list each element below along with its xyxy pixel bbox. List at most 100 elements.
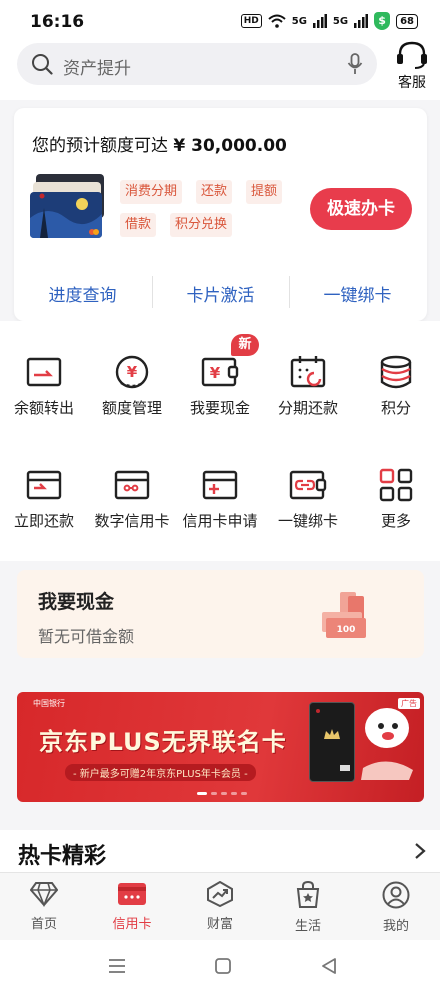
digital-card-icon <box>114 470 150 500</box>
banner-card-image <box>309 702 355 782</box>
fast-apply-button[interactable]: 极速办卡 <box>310 188 412 230</box>
home-square-icon[interactable] <box>215 958 231 974</box>
carousel-dot <box>211 792 217 795</box>
limit-prefix: 您的预计额度可达 <box>32 136 168 156</box>
banner-title: 京东PLUS无界联名卡 <box>39 728 287 756</box>
tab-wealth[interactable]: 财富 <box>176 881 264 932</box>
back-triangle-icon[interactable] <box>321 958 337 974</box>
tag-raise-limit: 提额 <box>246 180 283 204</box>
tab-credit-card[interactable]: 信用卡 <box>88 881 176 932</box>
menu-icon[interactable] <box>108 958 126 974</box>
grid-label: 积分 <box>380 399 411 417</box>
points-stack-icon <box>380 355 412 389</box>
service-grid: 余额转出 ¥ 额度管理 ¥ 我要现金 分期还款 积分 立即还款 数字信用卡 信用… <box>0 321 440 561</box>
signal-bars-icon <box>312 14 327 28</box>
tab-label: 财富 <box>206 917 233 932</box>
card-transfer-icon <box>26 357 62 387</box>
tab-label: 生活 <box>294 919 321 934</box>
tab-mine[interactable]: 我的 <box>352 881 440 934</box>
card-bind-icon <box>289 470 327 500</box>
svg-text:¥: ¥ <box>127 363 138 381</box>
hd-icon: HD <box>240 14 262 28</box>
balance-transfer-item[interactable]: 余额转出 <box>0 355 88 418</box>
one-click-bind-item[interactable]: 一键绑卡 <box>264 468 352 531</box>
card-repay-icon <box>26 470 62 500</box>
search-icon <box>32 54 53 75</box>
mascot-dog-icon <box>361 708 413 780</box>
status-bar: 16:16 HD 5G 5G $ 68 <box>0 0 440 40</box>
hot-cards-section[interactable]: 热卡精彩 <box>0 830 440 872</box>
digital-card-item[interactable]: 数字信用卡 <box>88 468 176 531</box>
limit-amount: ¥ 30,000.00 <box>173 136 287 156</box>
headset-icon <box>397 41 427 69</box>
header: 资产提升 客服 <box>0 40 440 100</box>
service-label: 客服 <box>398 75 426 91</box>
tab-life[interactable]: 生活 <box>264 881 352 934</box>
grid-label: 我要现金 <box>189 399 250 417</box>
svg-text:¥: ¥ <box>210 364 221 382</box>
person-icon <box>382 881 410 909</box>
cash-subtitle: 暂无可借金额 <box>38 627 135 646</box>
tab-label: 信用卡 <box>112 917 152 932</box>
signal-5g-icon: 5G <box>291 15 307 27</box>
signal-bars-icon-2 <box>354 14 369 28</box>
tab-home[interactable]: 首页 <box>0 881 88 932</box>
trend-chart-icon <box>207 881 233 907</box>
bank-logo: 中国银行 <box>33 699 65 708</box>
shopping-bag-icon <box>296 881 320 908</box>
customer-service-button[interactable]: 客服 <box>389 40 435 92</box>
grid-label: 分期还款 <box>277 399 338 417</box>
yen-gauge-icon: ¥ <box>115 355 149 389</box>
crown-icon <box>316 709 350 771</box>
credit-card-image <box>30 174 104 238</box>
search-bar[interactable]: 资产提升 <box>17 43 377 85</box>
more-item[interactable]: 更多 <box>352 468 440 531</box>
grid-label: 信用卡申请 <box>182 512 258 530</box>
points-item[interactable]: 积分 <box>352 355 440 418</box>
tag-installment: 消费分期 <box>120 180 183 204</box>
microphone-icon[interactable] <box>347 53 363 75</box>
credit-card-icon <box>118 883 146 905</box>
tag-points-exchange: 积分兑换 <box>170 213 233 237</box>
progress-query-link[interactable]: 进度查询 <box>14 281 151 306</box>
estimated-limit: 您的预计额度可达 ¥ 30,000.00 <box>32 131 287 156</box>
money-stack-icon: 100 <box>322 592 366 638</box>
search-placeholder: 资产提升 <box>63 59 131 79</box>
status-icons: HD 5G 5G $ 68 <box>240 12 418 30</box>
carousel-dot <box>221 792 227 795</box>
tab-label: 首页 <box>30 917 57 932</box>
bottom-tab-bar: 首页 信用卡 财富 生活 我的 <box>0 872 440 940</box>
card-activation-link[interactable]: 卡片激活 <box>152 281 289 306</box>
card-apply-icon <box>202 470 238 500</box>
promo-banner[interactable]: 中国银行 京东PLUS无界联名卡 - 新户最多可赠2年京东PLUS年卡会员 - … <box>17 692 424 802</box>
carousel-dot <box>231 792 237 795</box>
limit-management-item[interactable]: ¥ 额度管理 <box>88 355 176 418</box>
money-label: 100 <box>337 625 356 635</box>
one-click-bind-link[interactable]: 一键绑卡 <box>289 281 426 306</box>
cash-loan-card[interactable]: 我要现金 暂无可借金额 100 <box>17 570 424 658</box>
card-apply-item[interactable]: 信用卡申请 <box>176 468 264 531</box>
grid-label: 额度管理 <box>101 399 162 417</box>
wifi-icon <box>268 14 286 28</box>
repay-now-item[interactable]: 立即还款 <box>0 468 88 531</box>
more-grid-icon <box>379 468 413 502</box>
card-application-panel: 您的预计额度可达 ¥ 30,000.00 消费分期 还款 提额 借款 积分兑换 … <box>14 108 427 321</box>
signal-5g-icon-2: 5G <box>332 15 349 27</box>
grid-label: 更多 <box>380 512 411 530</box>
calendar-installment-icon <box>290 356 326 388</box>
grid-label: 数字信用卡 <box>94 512 170 530</box>
carousel-dot <box>241 792 247 795</box>
grid-label: 一键绑卡 <box>277 512 338 530</box>
chevron-right-icon[interactable] <box>414 842 426 860</box>
get-cash-item[interactable]: ¥ 我要现金 <box>176 355 264 418</box>
yen-wallet-icon: ¥ <box>201 357 239 387</box>
carousel-indicator <box>197 792 247 795</box>
new-badge: 新 <box>231 334 259 356</box>
system-nav-bar <box>0 940 440 993</box>
status-time: 16:16 <box>30 12 85 32</box>
carousel-dot <box>197 792 207 795</box>
battery-icon: 68 <box>396 13 418 29</box>
installment-repayment-item[interactable]: 分期还款 <box>264 355 352 418</box>
diamond-icon <box>30 882 58 907</box>
tab-label: 我的 <box>382 919 409 934</box>
